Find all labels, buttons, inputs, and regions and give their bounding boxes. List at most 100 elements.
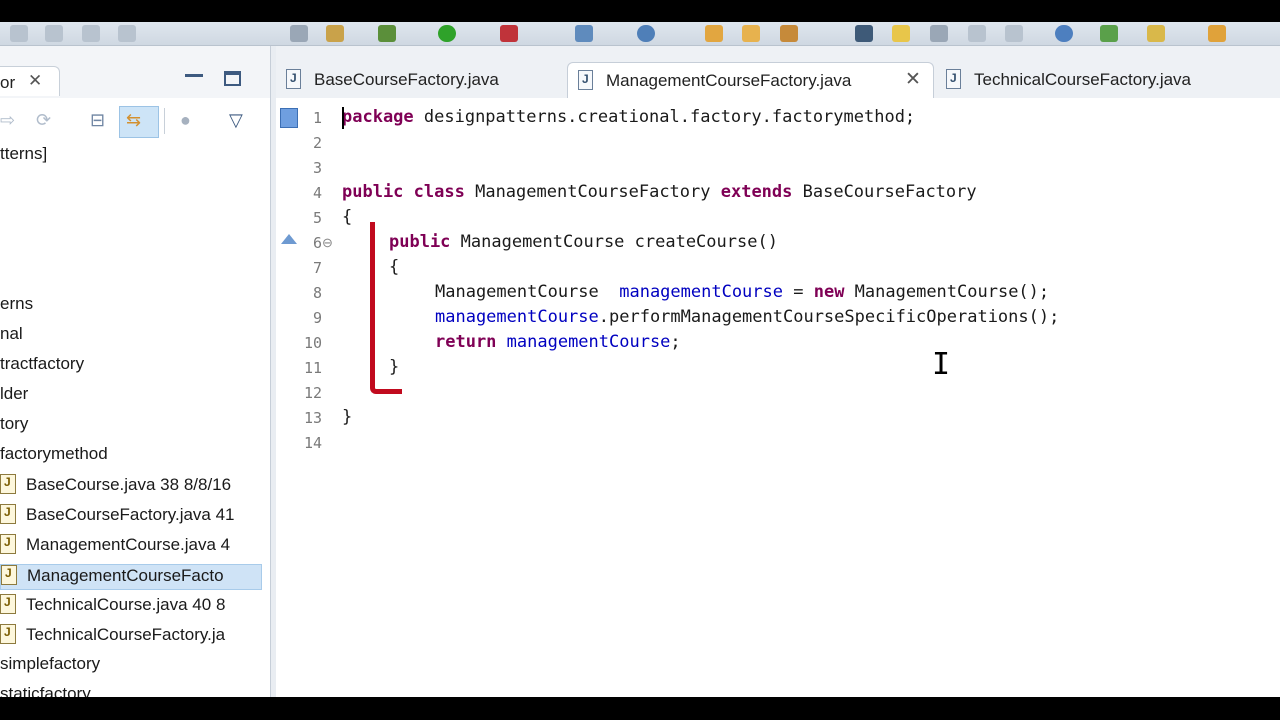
toolbar-button-19[interactable] <box>1005 25 1023 42</box>
java-file-icon <box>0 534 16 554</box>
collapse-all-icon[interactable]: ⊟ <box>90 110 105 131</box>
toolbar-button-17[interactable] <box>930 25 948 42</box>
close-icon[interactable]: ✕ <box>905 68 921 91</box>
code-text: ; <box>670 332 681 352</box>
toolbar-button-14[interactable] <box>780 25 798 42</box>
toolbar-button-18[interactable] <box>968 25 986 42</box>
tree-item-label: staticfactory <box>0 684 91 697</box>
editor-tab-managementcoursefactory[interactable]: ManagementCourseFactory.java ✕ <box>567 62 934 98</box>
run-icon[interactable] <box>438 25 456 42</box>
tree-item[interactable]: nal <box>0 324 23 350</box>
line-number: 7 <box>312 259 322 277</box>
code-line-9[interactable]: managementCourse.performManagementCourse… <box>435 307 1059 327</box>
code-line-4[interactable]: public class ManagementCourseFactory ext… <box>342 182 977 202</box>
code-text: ManagementCourse createCourse() <box>450 232 778 252</box>
line-number: 13 <box>303 409 322 427</box>
folder-icon[interactable] <box>742 25 760 42</box>
external-tools-icon[interactable] <box>500 25 518 42</box>
line-number: 9 <box>312 309 322 327</box>
refresh-icon[interactable]: ⟳ <box>36 110 51 131</box>
tree-item-file[interactable]: ManagementCourse.java 4 <box>0 534 230 560</box>
toolbar-button-10[interactable] <box>575 25 593 42</box>
tree-item-file[interactable]: TechnicalCourseFactory.ja <box>0 624 225 650</box>
tree-item-label: erns <box>0 294 34 313</box>
close-icon[interactable]: ✕ <box>28 71 42 91</box>
code-text: designpatterns.creational.factory.factor… <box>413 107 916 127</box>
fold-toggle-icon[interactable]: ⊖ <box>322 235 333 251</box>
java-file-icon <box>286 69 301 89</box>
tree-item-label: ManagementCourse.java 4 <box>26 535 231 554</box>
focus-icon[interactable]: ● <box>180 110 191 131</box>
toolbar-button-4[interactable] <box>118 25 136 42</box>
tree-item-file-selected[interactable]: ManagementCourseFacto <box>0 564 262 590</box>
tree-item-label: TechnicalCourse.java 40 8 <box>26 595 226 614</box>
code-text: = <box>783 282 814 302</box>
package-explorer-tabbar: or ✕ <box>0 46 270 98</box>
toolbar-button-2[interactable] <box>45 25 63 42</box>
tree-item[interactable]: tractfactory <box>0 354 84 380</box>
tree-item-file[interactable]: TechnicalCourse.java 40 8 <box>0 594 225 620</box>
editor-tab-technicalcoursefactory[interactable]: TechnicalCourseFactory.java <box>936 62 1280 98</box>
view-menu-icon[interactable]: ▽ <box>229 110 243 131</box>
toolbar-button-3[interactable] <box>82 25 100 42</box>
tree-item[interactable]: erns <box>0 294 33 320</box>
code-line-1[interactable]: package designpatterns.creational.factor… <box>342 107 915 127</box>
java-file-icon <box>0 504 16 524</box>
tree-item[interactable]: tory <box>0 414 28 440</box>
toolbar-button-23[interactable] <box>1208 25 1226 42</box>
code-line-5[interactable]: { <box>342 207 352 227</box>
minimize-icon[interactable] <box>185 74 203 77</box>
code-line-13[interactable]: } <box>342 407 352 427</box>
tree-item-label: tterns] <box>0 144 48 163</box>
maximize-icon[interactable] <box>224 71 241 86</box>
open-type-icon[interactable] <box>705 25 723 42</box>
keyword: package <box>342 107 414 127</box>
globe-icon[interactable] <box>1055 25 1073 42</box>
code-editor[interactable]: ⊖ 1 2 3 4 5 6 7 8 9 10 11 12 13 14 packa… <box>276 98 1280 697</box>
forward-arrow-icon[interactable]: ⇨ <box>0 110 15 131</box>
tree-item-file[interactable]: BaseCourse.java 38 8/8/16 <box>0 474 231 500</box>
java-file-icon <box>0 624 16 644</box>
i-beam-cursor-icon: I <box>932 347 951 382</box>
keyword: public <box>342 182 404 202</box>
code-line-8[interactable]: ManagementCourse managementCourse = new … <box>435 282 1049 302</box>
toolbar-button-11[interactable] <box>637 25 655 42</box>
tree-item[interactable]: lder <box>0 384 28 410</box>
tree-item-label: simplefactory <box>0 654 101 673</box>
red-annotation-bracket <box>370 222 402 394</box>
top-black-bar <box>0 0 1280 22</box>
tree-item-label: factorymethod <box>0 444 108 463</box>
tree-item[interactable]: simplefactory <box>0 654 100 680</box>
tree-item-label: tractfactory <box>0 354 85 373</box>
editor-tab-label: ManagementCourseFactory.java <box>606 71 852 90</box>
editor-tab-basecoursefactory[interactable]: BaseCourseFactory.java <box>276 62 566 98</box>
tree-item[interactable]: factorymethod <box>0 444 108 470</box>
java-file-icon <box>946 69 961 89</box>
code-text: ManagementCourse <box>435 282 620 302</box>
toolbar-button-6[interactable] <box>326 25 344 42</box>
java-file-icon <box>1 565 17 585</box>
tree-item-file[interactable]: BaseCourseFactory.java 41 <box>0 504 235 530</box>
text-cursor <box>342 107 344 129</box>
code-text: .performManagementCourseSpecificOperatio… <box>598 307 1060 327</box>
code-line-6[interactable]: public ManagementCourse createCourse() <box>389 232 778 252</box>
code-line-10[interactable]: return managementCourse; <box>435 332 681 352</box>
toolbar-button-21[interactable] <box>1100 25 1118 42</box>
toolbar-button-1[interactable] <box>10 25 28 42</box>
toolbar-button-15[interactable] <box>855 25 873 42</box>
editor-tab-label: BaseCourseFactory.java <box>314 70 499 89</box>
toolbar-button-16[interactable] <box>892 25 910 42</box>
toolbar-button-5[interactable] <box>290 25 308 42</box>
variable: managementCourse <box>619 282 783 302</box>
tree-item[interactable]: staticfactory <box>0 684 91 697</box>
line-number: 8 <box>312 284 322 302</box>
variable: managementCourse <box>496 332 671 352</box>
tree-item[interactable]: tterns] <box>0 144 47 170</box>
java-file-icon <box>0 474 16 494</box>
package-explorer-tab[interactable]: or ✕ <box>0 66 60 96</box>
line-number: 14 <box>303 434 322 452</box>
bottom-black-bar <box>0 697 1280 720</box>
tree-item-label: nal <box>0 324 23 343</box>
debug-icon[interactable] <box>378 25 396 42</box>
toolbar-button-22[interactable] <box>1147 25 1165 42</box>
